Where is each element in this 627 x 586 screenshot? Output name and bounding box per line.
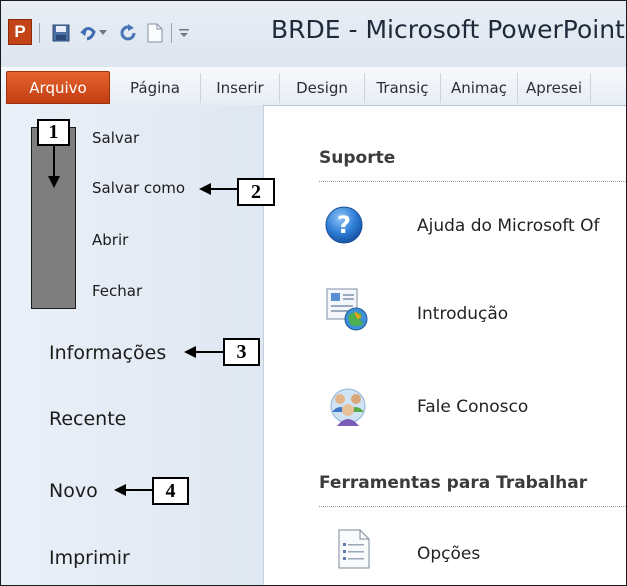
- callout-arrow-2: [199, 183, 237, 195]
- callout-number-4: 4: [152, 477, 189, 505]
- callout-number-3: 3: [223, 338, 260, 366]
- qat-separator: [39, 23, 40, 43]
- window-title: BRDE - Microsoft PowerPoint: [271, 15, 625, 44]
- powerpoint-window: P BRDE - Microsoft PowerPoint Arquivo Pá…: [0, 0, 627, 586]
- callout-arrow-3: [184, 346, 224, 358]
- svg-text:?: ?: [337, 211, 351, 239]
- powerpoint-app-icon[interactable]: P: [8, 19, 32, 45]
- save-as-command[interactable]: Salvar como: [92, 179, 185, 197]
- getting-started-icon[interactable]: [324, 286, 370, 336]
- tab-design[interactable]: Design: [280, 73, 365, 103]
- tab-page[interactable]: Página: [110, 73, 201, 103]
- customize-qat-icon[interactable]: [177, 21, 191, 45]
- tools-heading: Ferramentas para Trabalhar: [319, 473, 588, 493]
- getting-started-link[interactable]: Introdução: [417, 304, 508, 324]
- tab-slideshow[interactable]: Apresei: [518, 73, 591, 103]
- options-icon[interactable]: [338, 529, 370, 573]
- nav-new[interactable]: Novo: [49, 480, 98, 502]
- help-icon[interactable]: ?: [324, 205, 364, 249]
- help-link[interactable]: Ajuda do Microsoft Of: [417, 216, 599, 236]
- tab-transitions[interactable]: Transiç: [365, 73, 441, 103]
- open-command[interactable]: Abrir: [92, 231, 128, 249]
- callout-arrow-1: [48, 146, 60, 188]
- callout-number-2: 2: [237, 178, 275, 206]
- nav-info[interactable]: Informações: [49, 342, 166, 364]
- callout-arrow-4: [114, 484, 152, 496]
- nav-recent[interactable]: Recente: [49, 408, 126, 430]
- tab-animations[interactable]: Animaç: [441, 73, 518, 103]
- save-icon[interactable]: [50, 21, 72, 45]
- tab-file[interactable]: Arquivo: [6, 71, 110, 104]
- section-divider: [319, 181, 626, 182]
- undo-dropdown-icon[interactable]: [97, 21, 109, 45]
- new-file-icon[interactable]: [144, 21, 166, 45]
- contact-us-link[interactable]: Fale Conosco: [417, 397, 528, 417]
- redo-icon[interactable]: [117, 21, 139, 45]
- tab-insert[interactable]: Inserir: [201, 73, 280, 103]
- qat-separator: [171, 23, 172, 43]
- nav-print[interactable]: Imprimir: [49, 547, 130, 569]
- support-heading: Suporte: [319, 148, 396, 168]
- save-command[interactable]: Salvar: [92, 129, 139, 147]
- title-bar: P BRDE - Microsoft PowerPoint: [1, 1, 626, 67]
- section-divider: [319, 506, 626, 507]
- ribbon-tabs: Arquivo Página Inserir Design Transiç An…: [1, 67, 626, 106]
- close-command[interactable]: Fechar: [92, 282, 142, 300]
- contact-us-icon[interactable]: [326, 384, 370, 432]
- options-link[interactable]: Opções: [417, 544, 480, 564]
- undo-icon[interactable]: [77, 21, 99, 45]
- callout-number-1: 1: [37, 119, 70, 146]
